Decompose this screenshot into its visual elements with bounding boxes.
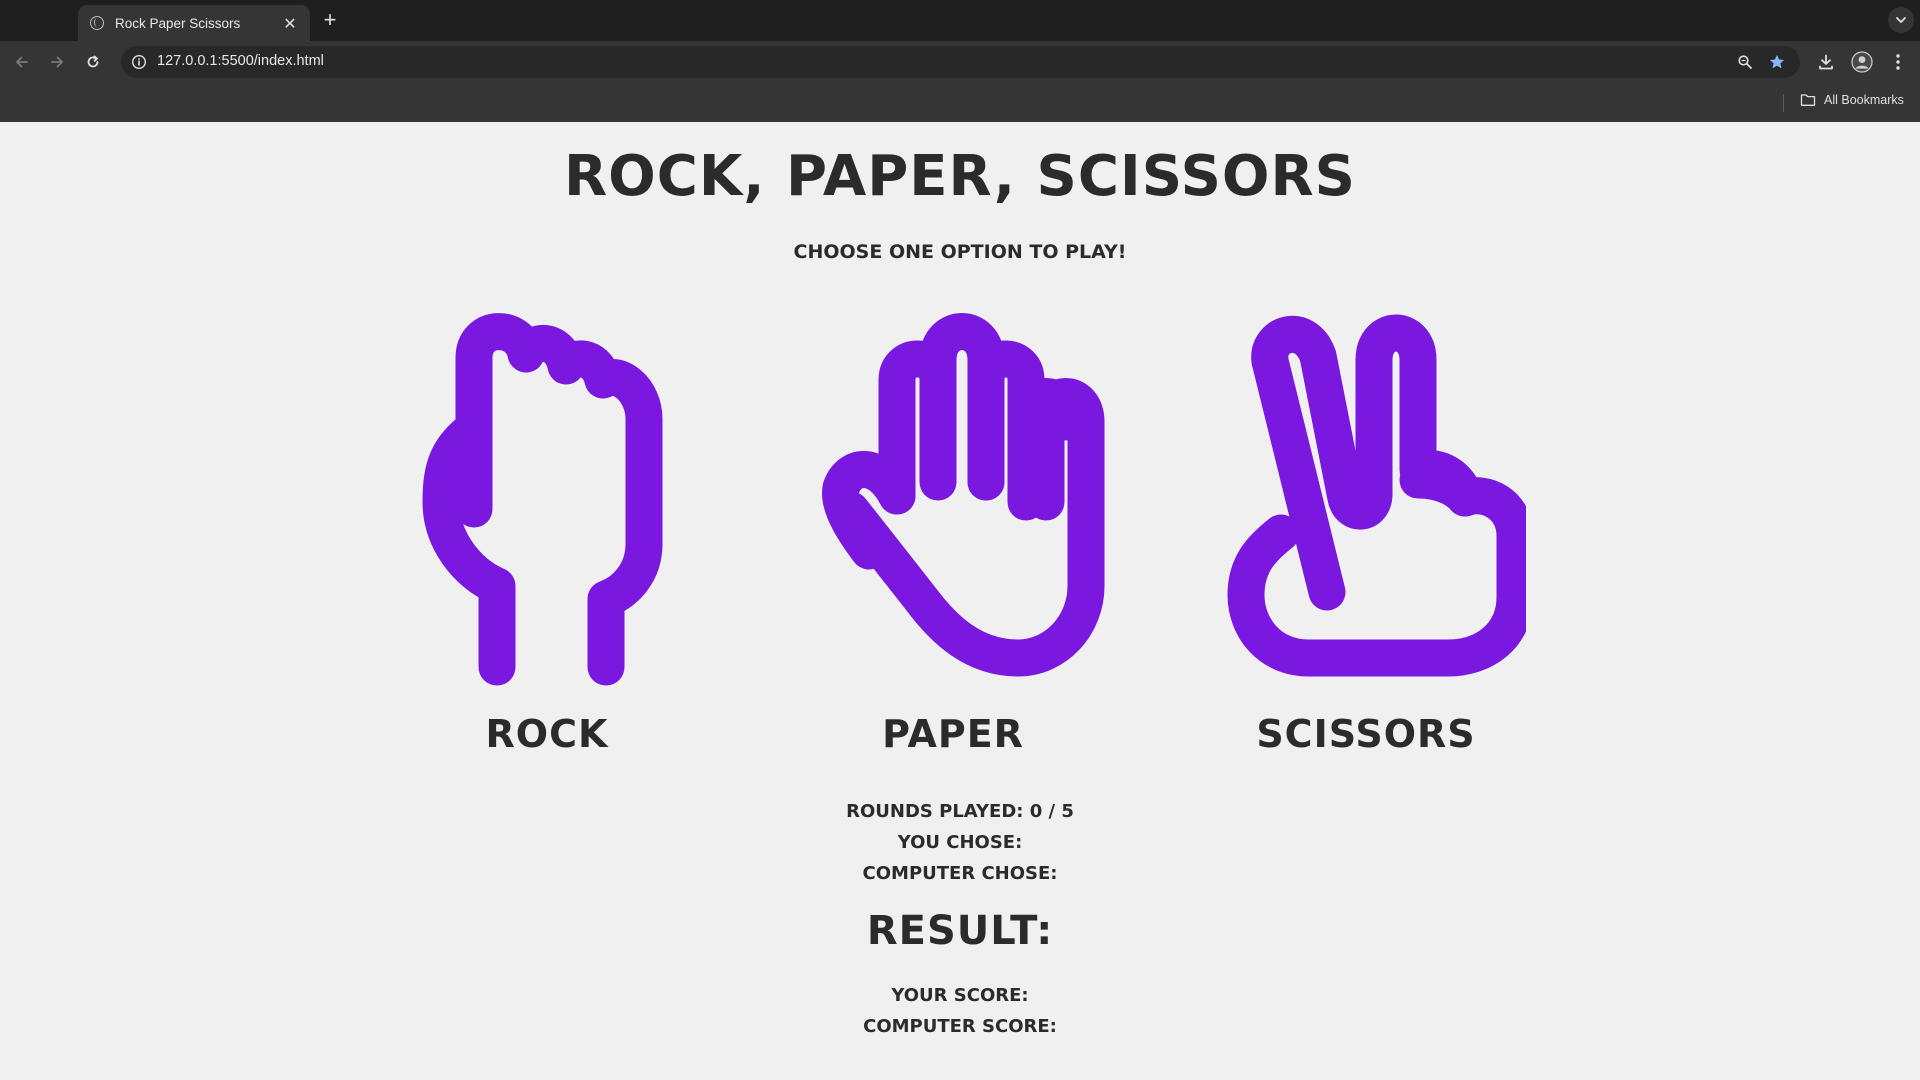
browser-tab[interactable]: Rock Paper Scissors ✕	[78, 5, 310, 41]
computer-score-text: Computer score:	[863, 1016, 1057, 1037]
peace-hand-icon	[1227, 314, 1526, 677]
download-icon[interactable]	[1813, 49, 1839, 75]
star-icon[interactable]	[1766, 51, 1788, 73]
all-bookmarks-button[interactable]: All Bookmarks	[1800, 93, 1904, 107]
scissors-choice-button[interactable]: Scissors	[1206, 302, 1526, 880]
chevron-down-icon[interactable]	[1888, 7, 1914, 33]
address-bar[interactable]: 127.0.0.1:5500/index.html	[121, 46, 1800, 78]
globe-icon	[90, 16, 104, 30]
tab-title: Rock Paper Scissors	[115, 15, 241, 31]
folder-icon	[1800, 94, 1816, 106]
back-arrow-icon[interactable]	[9, 49, 35, 75]
page-title: Rock, Paper, Scissors	[564, 144, 1356, 209]
close-icon[interactable]: ✕	[280, 13, 300, 33]
paper-choice-button[interactable]: Paper	[793, 302, 1113, 880]
rock-choice-button[interactable]: Rock	[387, 302, 707, 880]
player-choice-text: You chose:	[897, 832, 1023, 853]
tab-strip: Rock Paper Scissors ✕ +	[0, 0, 1920, 41]
zoom-icon[interactable]	[1734, 51, 1756, 73]
player-score-text: Your score:	[891, 985, 1029, 1006]
open-hand-icon	[822, 313, 1105, 677]
browser-toolbar: 127.0.0.1:5500/index.html	[0, 41, 1920, 82]
plus-icon[interactable]: +	[318, 7, 342, 32]
kebab-menu-icon[interactable]	[1885, 49, 1911, 75]
all-bookmarks-label: All Bookmarks	[1824, 93, 1904, 107]
bookmarks-bar: All Bookmarks	[0, 82, 1920, 122]
forward-arrow-icon[interactable]	[44, 49, 70, 75]
url-text[interactable]: 127.0.0.1:5500/index.html	[157, 53, 324, 69]
bookmarks-separator	[1783, 94, 1784, 112]
game-page: Rock, Paper, Scissors Choose one option …	[0, 122, 1920, 1080]
computer-choice-text: Computer chose:	[862, 863, 1058, 884]
instructions-text: Choose one option to play!	[793, 241, 1127, 263]
info-icon[interactable]	[130, 53, 148, 71]
paper-label: Paper	[882, 712, 1024, 756]
profile-icon[interactable]	[1849, 49, 1875, 75]
fist-icon	[422, 313, 663, 686]
reload-icon[interactable]	[80, 49, 106, 75]
result-heading: Result:	[866, 908, 1054, 954]
rounds-played-text: Rounds played: 0 / 5	[846, 801, 1074, 822]
scissors-label: Scissors	[1256, 712, 1476, 756]
rock-label: Rock	[485, 712, 609, 756]
